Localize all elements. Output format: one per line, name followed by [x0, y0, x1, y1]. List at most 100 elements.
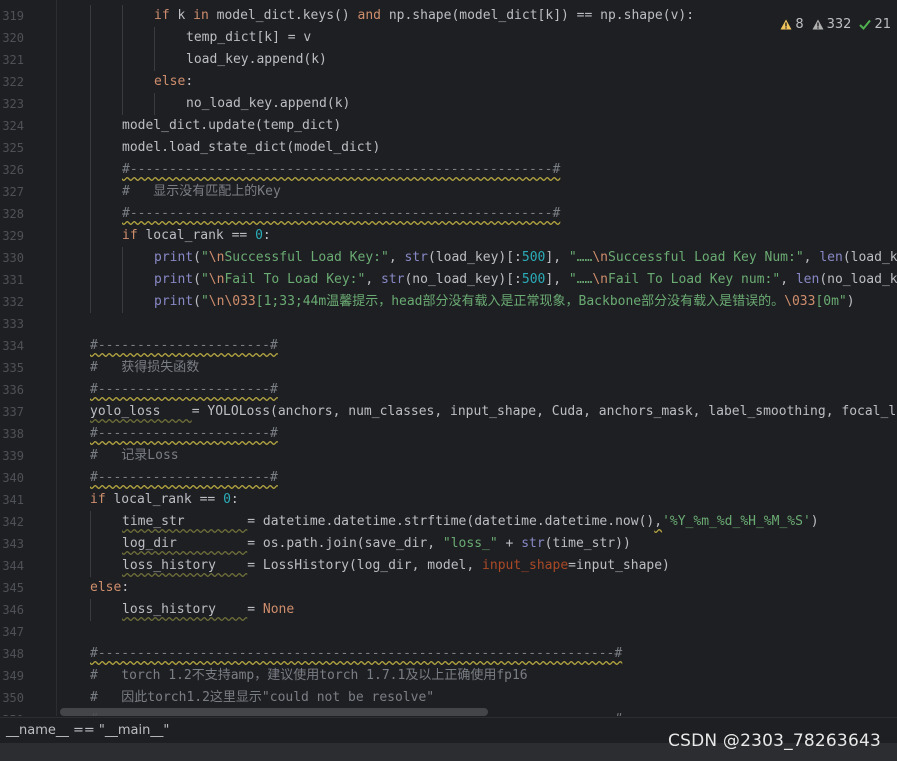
- code-text[interactable]: model_dict.update(temp_dict): [122, 115, 341, 137]
- line-number[interactable]: 338: [0, 423, 24, 445]
- line-number[interactable]: 319: [0, 5, 24, 27]
- code-text[interactable]: #---------------------------------------…: [122, 203, 560, 225]
- code-line[interactable]: 348 #------------------------------------…: [0, 643, 897, 665]
- code-line[interactable]: 326 #------------------------------------…: [0, 159, 897, 181]
- code-text[interactable]: #---------------------------------------…: [90, 643, 622, 665]
- line-number[interactable]: 341: [0, 489, 24, 511]
- line-number[interactable]: 346: [0, 599, 24, 621]
- line-number[interactable]: 348: [0, 643, 24, 665]
- code-text[interactable]: loss_history = None: [122, 599, 294, 621]
- code-text[interactable]: else:: [154, 71, 193, 93]
- breadcrumb-item[interactable]: __name__ == "__main__": [6, 723, 169, 738]
- code-text[interactable]: yolo_loss = YOLOLoss(anchors, num_classe…: [90, 401, 897, 423]
- line-number[interactable]: 323: [0, 93, 24, 115]
- warning-count[interactable]: 8: [780, 17, 804, 32]
- line-number[interactable]: 333: [0, 313, 24, 335]
- line-number[interactable]: 345: [0, 577, 24, 599]
- line-number[interactable]: 326: [0, 159, 24, 181]
- code-line[interactable]: 337 yolo_loss = YOLOLoss(anchors, num_cla…: [0, 401, 897, 423]
- code-line[interactable]: 340 #----------------------#: [0, 467, 897, 489]
- code-text[interactable]: if k in model_dict.keys() and np.shape(m…: [154, 5, 694, 27]
- code-line[interactable]: 331 print("\nFail To Load Key:", str(no_l…: [0, 269, 897, 291]
- code-line[interactable]: 319 if k in model_dict.keys() and np.shap…: [0, 5, 897, 27]
- code-text[interactable]: print("\nFail To Load Key:", str(no_load…: [154, 269, 897, 291]
- code-line[interactable]: 339 # 记录Loss: [0, 445, 897, 467]
- code-line[interactable]: 341 if local_rank == 0:: [0, 489, 897, 511]
- inspection-widget[interactable]: 8 332 21: [780, 14, 891, 34]
- line-number[interactable]: 336: [0, 379, 24, 401]
- code-line[interactable]: 324 model_dict.update(temp_dict): [0, 115, 897, 137]
- code-line[interactable]: 334 #----------------------#: [0, 335, 897, 357]
- code-text[interactable]: # 获得损失函数: [90, 357, 199, 379]
- code-text[interactable]: print("\n\033[1;33;44m温馨提示，head部分没有载入是正常…: [154, 291, 855, 313]
- line-number[interactable]: 339: [0, 445, 24, 467]
- code-text[interactable]: #----------------------#: [90, 379, 278, 401]
- line-number[interactable]: 320: [0, 27, 24, 49]
- line-number[interactable]: 347: [0, 621, 24, 643]
- line-number[interactable]: 325: [0, 137, 24, 159]
- line-number[interactable]: 331: [0, 269, 24, 291]
- code-line[interactable]: 350 # 因此torch1.2这里显示"could not be resolve…: [0, 687, 897, 709]
- code-line[interactable]: 325 model.load_state_dict(model_dict): [0, 137, 897, 159]
- line-number[interactable]: 343: [0, 533, 24, 555]
- code-text[interactable]: # 因此torch1.2这里显示"could not be resolve": [90, 687, 434, 709]
- code-line[interactable]: 336 #----------------------#: [0, 379, 897, 401]
- line-number[interactable]: 335: [0, 357, 24, 379]
- line-number[interactable]: 328: [0, 203, 24, 225]
- code-line[interactable]: 335 # 获得损失函数: [0, 357, 897, 379]
- code-text[interactable]: else:: [90, 577, 129, 599]
- code-line[interactable]: 330 print("\nSuccessful Load Key:", str(l…: [0, 247, 897, 269]
- code-text[interactable]: load_key.append(k): [186, 49, 327, 71]
- line-number[interactable]: 342: [0, 511, 24, 533]
- code-line[interactable]: 347: [0, 621, 897, 643]
- code-text[interactable]: no_load_key.append(k): [186, 93, 350, 115]
- code-line[interactable]: 328 #------------------------------------…: [0, 203, 897, 225]
- code-text[interactable]: log_dir = os.path.join(save_dir, "loss_"…: [122, 533, 631, 555]
- code-text[interactable]: #---------------------------------------…: [122, 159, 560, 181]
- code-line[interactable]: 322 else:: [0, 71, 897, 93]
- code-text[interactable]: #----------------------#: [90, 467, 278, 489]
- code-line[interactable]: 332 print("\n\033[1;33;44m温馨提示，head部分没有载入…: [0, 291, 897, 313]
- code-text[interactable]: temp_dict[k] = v: [186, 27, 311, 49]
- code-line[interactable]: 327 # 显示没有匹配上的Key: [0, 181, 897, 203]
- typo-count[interactable]: 21: [859, 17, 891, 32]
- line-number[interactable]: 327: [0, 181, 24, 203]
- line-number[interactable]: 334: [0, 335, 24, 357]
- line-number[interactable]: 344: [0, 555, 24, 577]
- line-number[interactable]: 349: [0, 665, 24, 687]
- line-number[interactable]: 340: [0, 467, 24, 489]
- line-number[interactable]: 322: [0, 71, 24, 93]
- line-number[interactable]: 330: [0, 247, 24, 269]
- line-number[interactable]: 321: [0, 49, 24, 71]
- code-text[interactable]: #----------------------#: [90, 335, 278, 357]
- code-text[interactable]: # torch 1.2不支持amp，建议使用torch 1.7.1及以上正确使用…: [90, 665, 528, 687]
- code-text[interactable]: # 显示没有匹配上的Key: [122, 181, 281, 203]
- code-editor[interactable]: 319 if k in model_dict.keys() and np.shap…: [0, 0, 897, 716]
- code-line[interactable]: 333: [0, 313, 897, 335]
- line-number[interactable]: 350: [0, 687, 24, 709]
- code-line[interactable]: 329 if local_rank == 0:: [0, 225, 897, 247]
- code-text[interactable]: time_str = datetime.datetime.strftime(da…: [122, 511, 819, 533]
- code-line[interactable]: 321 load_key.append(k): [0, 49, 897, 71]
- line-number[interactable]: 337: [0, 401, 24, 423]
- code-text[interactable]: if local_rank == 0:: [90, 489, 239, 511]
- code-text[interactable]: #----------------------#: [90, 423, 278, 445]
- code-text[interactable]: model.load_state_dict(model_dict): [122, 137, 380, 159]
- code-line[interactable]: 342 time_str = datetime.datetime.strftime…: [0, 511, 897, 533]
- code-line[interactable]: 345 else:: [0, 577, 897, 599]
- weak-warning-count[interactable]: 332: [812, 17, 851, 32]
- line-number[interactable]: 329: [0, 225, 24, 247]
- code-text[interactable]: print("\nSuccessful Load Key:", str(load…: [154, 247, 897, 269]
- code-text[interactable]: loss_history = LossHistory(log_dir, mode…: [122, 555, 670, 577]
- code-text[interactable]: if local_rank == 0:: [122, 225, 271, 247]
- code-line[interactable]: 344 loss_history = LossHistory(log_dir, m…: [0, 555, 897, 577]
- code-line[interactable]: 320 temp_dict[k] = v: [0, 27, 897, 49]
- code-line[interactable]: 349 # torch 1.2不支持amp，建议使用torch 1.7.1及以上正…: [0, 665, 897, 687]
- line-number[interactable]: 324: [0, 115, 24, 137]
- code-line[interactable]: 343 log_dir = os.path.join(save_dir, "los…: [0, 533, 897, 555]
- code-line[interactable]: 323 no_load_key.append(k): [0, 93, 897, 115]
- line-number[interactable]: 332: [0, 291, 24, 313]
- code-text[interactable]: # 记录Loss: [90, 445, 179, 467]
- code-line[interactable]: 346 loss_history = None: [0, 599, 897, 621]
- code-line[interactable]: 338 #----------------------#: [0, 423, 897, 445]
